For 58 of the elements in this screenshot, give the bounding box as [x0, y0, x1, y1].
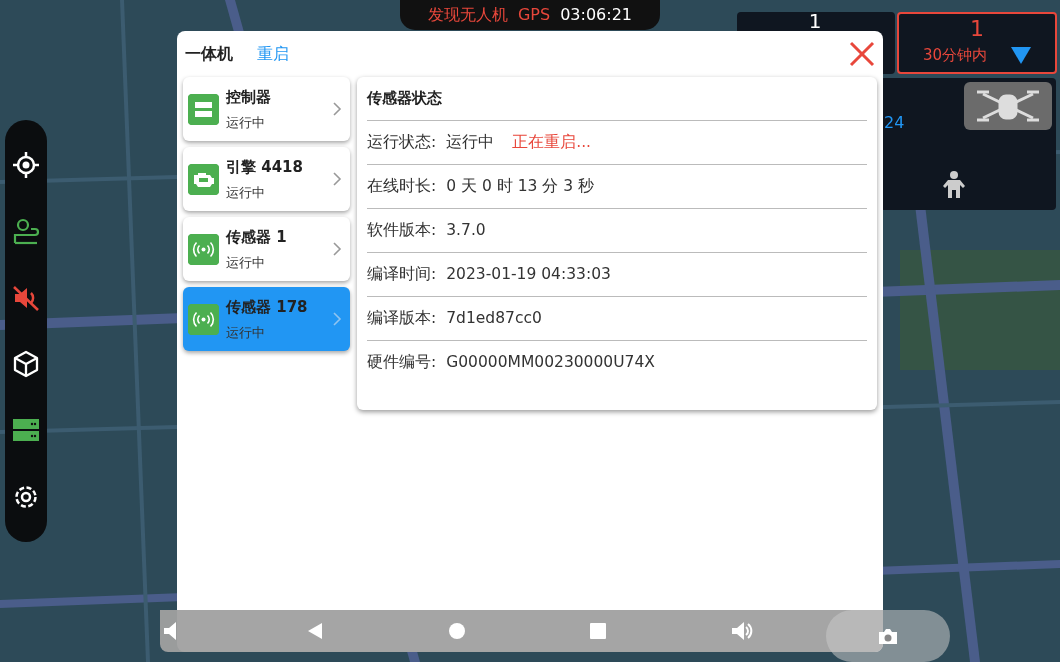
server-icon	[188, 93, 219, 125]
device-status: 运行中	[226, 113, 266, 132]
time-range-text: 30分钟内	[922, 45, 988, 66]
count-text: 1	[970, 15, 984, 43]
clock-text: 03:06:21	[560, 4, 633, 26]
chevron-icon	[333, 102, 342, 116]
close-button[interactable]	[849, 41, 875, 67]
value-text: 24	[884, 112, 905, 134]
signal-icon	[188, 303, 219, 335]
back-icon	[306, 622, 324, 640]
device-status: 运行中	[226, 323, 266, 342]
field-label: 运行状态:	[367, 131, 437, 153]
device-item[interactable]: 控制器 运行中	[183, 77, 350, 141]
field-value: 2023-01-19 04:33:03	[446, 263, 611, 285]
chevron-icon	[333, 242, 342, 256]
device-item[interactable]: 传感器 178 运行中	[183, 287, 350, 351]
field-value: 运行中	[446, 131, 495, 153]
status-note: 正在重启...	[512, 131, 591, 153]
device-name: 引擎 4418	[226, 157, 304, 178]
device-name: 传感器 178	[226, 297, 309, 318]
field-value: 0 天 0 时 13 分 3 秒	[446, 175, 595, 197]
device-status: 运行中	[226, 183, 266, 202]
field-value: 3.7.0	[446, 219, 486, 241]
person-icon[interactable]	[940, 170, 968, 198]
field-label: 编译时间:	[367, 263, 437, 285]
field-value: 7d1ed87cc0	[446, 307, 542, 329]
field-label: 在线时长:	[367, 175, 437, 197]
device-item[interactable]: 引擎 4418 运行中	[183, 147, 350, 211]
drone-button[interactable]	[964, 82, 1052, 130]
mute-icon[interactable]	[12, 283, 40, 312]
count-text: 1	[807, 11, 823, 31]
speaker-icon	[731, 621, 753, 641]
recents-icon	[590, 623, 606, 639]
home-icon	[449, 623, 465, 639]
screenshot-button[interactable]	[826, 610, 950, 662]
dropdown-icon[interactable]	[1011, 46, 1032, 64]
field-label: 软件版本:	[367, 219, 437, 241]
alert-text: 发现无人机	[427, 4, 508, 26]
chevron-icon	[333, 172, 342, 186]
gps-label: GPS	[517, 4, 551, 26]
target-icon[interactable]	[12, 151, 40, 180]
field-label: 编译版本:	[367, 307, 437, 329]
field-label: 硬件编号:	[367, 352, 437, 374]
device-name: 控制器	[226, 87, 272, 108]
device-status: 运行中	[226, 253, 266, 272]
cube-icon[interactable]	[12, 350, 40, 379]
device-item[interactable]: 传感器 1 运行中	[183, 217, 350, 281]
camera-icon	[878, 627, 898, 645]
section-title: 传感器状态	[367, 77, 867, 121]
close-icon	[849, 41, 875, 67]
alert-panel[interactable]: 1 30分钟内	[897, 12, 1057, 74]
signal-icon	[188, 233, 219, 265]
field-value: G00000MM00230000U74X	[446, 352, 655, 374]
dialog-title: 一体机	[185, 43, 233, 65]
chevron-icon	[333, 312, 342, 326]
device-name: 传感器 1	[226, 227, 288, 248]
engine-icon	[188, 163, 219, 195]
route-icon[interactable]	[12, 217, 40, 246]
